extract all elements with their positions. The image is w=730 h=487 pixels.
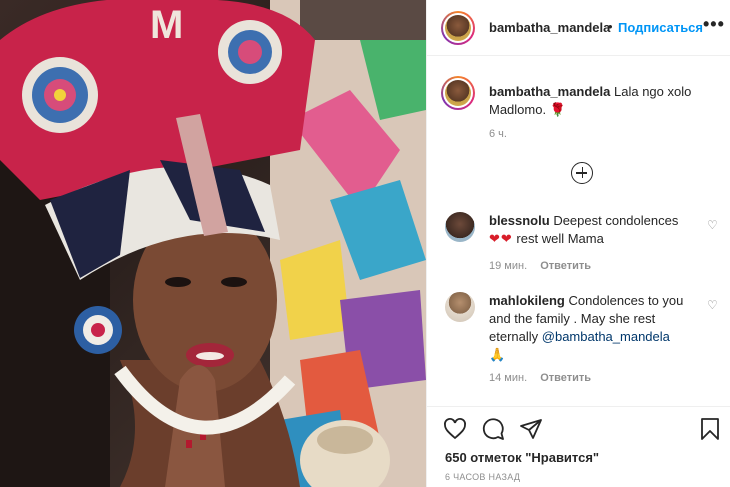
author-username[interactable]: bambatha_mandela bbox=[489, 20, 610, 35]
headdress-letter: M bbox=[150, 3, 183, 47]
more-options-icon[interactable]: ••• bbox=[703, 14, 725, 35]
comment-time: 19 мин. bbox=[489, 260, 528, 272]
heart-emoji-icon: ❤❤ bbox=[489, 231, 513, 246]
post-actions-bar: 650 отметок "Нравится" 6 ЧАСОВ НАЗАД bbox=[427, 406, 730, 487]
comment-meta: 19 мин. Ответить bbox=[489, 260, 591, 272]
author-avatar[interactable] bbox=[441, 11, 475, 45]
comment-text: Deepest condolences bbox=[553, 213, 679, 228]
comment-time: 14 мин. bbox=[489, 372, 528, 384]
author-avatar-image bbox=[445, 15, 471, 41]
plus-circle-icon[interactable] bbox=[571, 162, 593, 184]
commenter-username[interactable]: mahlokileng bbox=[489, 293, 565, 308]
follow-button[interactable]: Подписаться bbox=[618, 20, 703, 35]
post-header: bambatha_mandela • Подписаться ••• bbox=[427, 0, 730, 56]
commenter-avatar[interactable] bbox=[445, 212, 475, 242]
reply-button[interactable]: Ответить bbox=[540, 372, 591, 384]
comment-like-icon[interactable]: ♡ bbox=[707, 298, 718, 312]
caption-avatar-image bbox=[445, 80, 471, 106]
post-timestamp: 6 ЧАСОВ НАЗАД bbox=[445, 472, 521, 482]
rose-emoji-icon: 🌹 bbox=[549, 102, 566, 117]
share-icon[interactable] bbox=[519, 417, 543, 441]
heart-icon[interactable] bbox=[443, 417, 467, 441]
comment-text-block: mahlokileng Condolences to you and the f… bbox=[489, 292, 699, 364]
comment-like-icon[interactable]: ♡ bbox=[707, 218, 718, 232]
commenter-username[interactable]: blessnolu bbox=[489, 213, 550, 228]
reply-button[interactable]: Ответить bbox=[540, 260, 591, 272]
post-photo[interactable]: M bbox=[0, 0, 426, 487]
separator-dot: • bbox=[608, 19, 613, 34]
caption-username[interactable]: bambatha_mandela bbox=[489, 84, 610, 99]
commenter-avatar[interactable] bbox=[445, 292, 475, 322]
comment-text-after: rest well Mama bbox=[516, 231, 604, 246]
bookmark-icon[interactable] bbox=[699, 417, 721, 441]
comment-meta: 14 мин. Ответить bbox=[489, 372, 591, 384]
pray-emoji-icon: 🙏 bbox=[489, 347, 506, 362]
comment-mention-link[interactable]: @bambatha_mandela bbox=[542, 329, 670, 344]
caption-avatar[interactable] bbox=[441, 76, 475, 110]
caption-time: 6 ч. bbox=[489, 128, 507, 140]
photo-illustration: M bbox=[0, 0, 426, 487]
caption-text-block: bambatha_mandela Lala ngo xolo Madlomo. … bbox=[489, 83, 699, 119]
comment-icon[interactable] bbox=[481, 417, 505, 441]
likes-count[interactable]: 650 отметок "Нравится" bbox=[445, 450, 599, 465]
post-side-panel: bambatha_mandela • Подписаться ••• bamba… bbox=[426, 0, 730, 487]
comment-text-block: blessnolu Deepest condolences ❤❤ rest we… bbox=[489, 212, 699, 248]
